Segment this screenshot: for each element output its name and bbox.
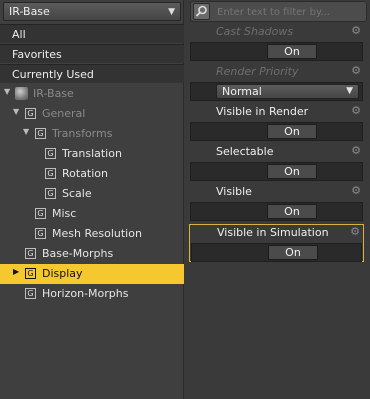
tree-item-label: Horizon-Morphs — [42, 287, 129, 300]
property-label: Cast Shadows — [216, 25, 294, 38]
category-favorites[interactable]: Favorites — [0, 44, 184, 63]
property-control: On — [190, 162, 363, 181]
tree-item-transforms[interactable]: ▼ G Transforms — [0, 124, 184, 144]
tree-item-label: Rotation — [62, 167, 109, 180]
property-control: On — [190, 202, 363, 221]
property-label: Visible — [216, 185, 252, 198]
category-label: Currently Used — [12, 68, 94, 81]
gear-icon[interactable]: ⚙ — [351, 184, 361, 197]
filter-input[interactable] — [215, 3, 367, 22]
property-label: Visible in Render — [216, 105, 309, 118]
property-cast-shadows: Cast Shadows ⚙ On — [189, 24, 364, 62]
group-icon: G — [35, 208, 46, 219]
category-label: All — [12, 28, 26, 41]
tree-item-ir-base[interactable]: ▼ IR-Base — [0, 84, 184, 104]
gear-icon[interactable]: ⚙ — [351, 144, 361, 157]
group-icon: G — [25, 268, 36, 279]
tree-item-label: Scale — [62, 187, 92, 200]
tree-item-general[interactable]: ▼ G General — [0, 104, 184, 124]
tree-item-display[interactable]: ▶ G Display — [0, 264, 184, 284]
tree-item-label: Translation — [62, 147, 122, 160]
group-icon: G — [25, 288, 36, 299]
tree-item-label: Misc — [52, 207, 77, 220]
group-icon: G — [35, 128, 46, 139]
group-icon: G — [45, 188, 56, 199]
chevron-down-icon: ▼ — [346, 86, 353, 96]
tree-item-mesh-resolution[interactable]: G Mesh Resolution — [0, 224, 184, 244]
expand-arrow-icon[interactable]: ▼ — [23, 127, 29, 136]
toggle-button[interactable]: On — [267, 164, 317, 179]
toggle-button[interactable]: On — [267, 44, 317, 59]
toggle-button[interactable]: On — [267, 124, 317, 139]
filter-box — [190, 1, 367, 22]
property-label: Selectable — [216, 145, 274, 158]
property-control: On — [190, 122, 363, 141]
tree-item-horizon-morphs[interactable]: G Horizon-Morphs — [0, 284, 184, 304]
left-panel: IR-Base ▼ All Favorites Currently Used ▼… — [0, 0, 184, 399]
tree-item-translation[interactable]: G Translation — [0, 144, 184, 164]
tree-item-label: IR-Base — [33, 87, 74, 100]
property-visible: Visible ⚙ On — [189, 184, 364, 222]
property-selectable: Selectable ⚙ On — [189, 144, 364, 182]
property-visible-in-render: Visible in Render ⚙ On — [189, 104, 364, 142]
group-icon: G — [25, 248, 36, 259]
tree-item-label: Display — [42, 267, 83, 280]
category-all[interactable]: All — [0, 24, 184, 43]
property-label: Visible in Simulation — [217, 226, 329, 239]
select-value: Normal — [222, 85, 262, 98]
gear-icon[interactable]: ⚙ — [350, 225, 360, 238]
expand-arrow-icon[interactable]: ▼ — [13, 107, 19, 116]
toggle-button[interactable]: On — [267, 204, 317, 219]
property-control: On — [190, 42, 363, 61]
gear-icon[interactable]: ⚙ — [351, 64, 361, 77]
gear-icon[interactable]: ⚙ — [351, 24, 361, 37]
tree-item-label: General — [42, 107, 86, 120]
tree-item-misc[interactable]: G Misc — [0, 204, 184, 224]
property-render-priority: Render Priority ⚙ Normal ▼ — [189, 64, 364, 102]
group-icon: G — [45, 168, 56, 179]
tree-item-rotation[interactable]: G Rotation — [0, 164, 184, 184]
category-label: Favorites — [12, 48, 62, 61]
tree-item-base-morphs[interactable]: G Base-Morphs — [0, 244, 184, 264]
group-icon: G — [25, 108, 36, 119]
group-icon: G — [45, 148, 56, 159]
property-control: On — [191, 243, 362, 262]
expand-arrow-icon[interactable]: ▶ — [13, 267, 19, 276]
figure-dropdown-value: IR-Base — [9, 5, 50, 18]
property-control: Normal ▼ — [190, 82, 363, 101]
gear-icon[interactable]: ⚙ — [351, 104, 361, 117]
tree-item-label: Mesh Resolution — [52, 227, 142, 240]
search-icon[interactable] — [193, 3, 210, 20]
category-currently-used[interactable]: Currently Used — [0, 64, 184, 83]
figure-dropdown[interactable]: IR-Base ▼ — [3, 2, 181, 21]
toggle-button[interactable]: On — [268, 245, 318, 260]
group-icon: G — [35, 228, 46, 239]
chevron-down-icon: ▼ — [168, 7, 175, 17]
figure-icon — [15, 87, 28, 100]
property-label: Render Priority — [216, 65, 299, 78]
tree-item-label: Base-Morphs — [42, 247, 114, 260]
property-visible-in-simulation: Visible in Simulation ⚙ On — [189, 224, 364, 262]
expand-arrow-icon[interactable]: ▼ — [4, 87, 10, 96]
tree-item-scale[interactable]: G Scale — [0, 184, 184, 204]
render-priority-select[interactable]: Normal ▼ — [216, 84, 359, 99]
tree-item-label: Transforms — [52, 127, 113, 140]
